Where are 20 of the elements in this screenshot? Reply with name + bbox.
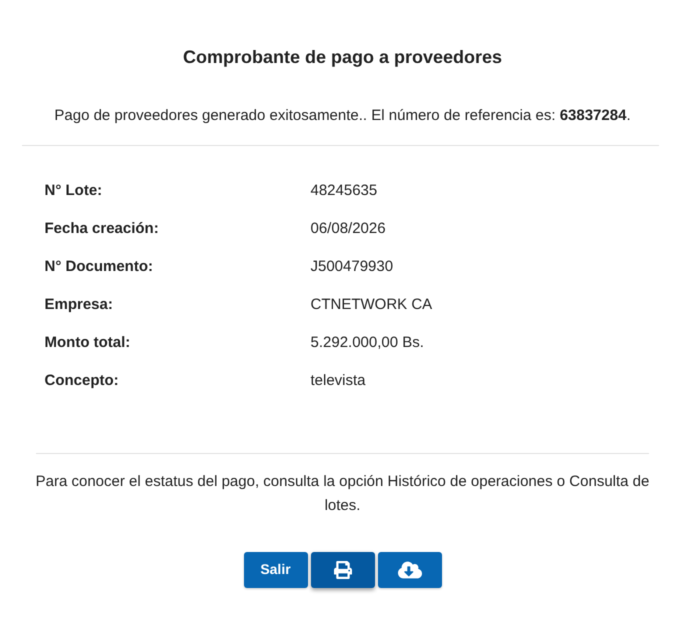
detail-value: CTNETWORK CA <box>310 295 432 316</box>
detail-value: televista <box>310 371 366 392</box>
download-button[interactable] <box>378 552 442 588</box>
detail-label: Concepto: <box>44 371 120 392</box>
detail-label: Fecha creación: <box>44 219 160 240</box>
receipt-title: Comprobante de pago a proveedores <box>182 46 502 69</box>
exit-button[interactable]: Salir <box>244 552 308 588</box>
detail-value: 06/08/2026 <box>310 219 386 240</box>
detail-label: Monto total: <box>44 333 132 354</box>
status-note: Para conocer el estatus del pago, consulta la opción Histórico de operaciones o Consulta de lotes. <box>34 472 650 516</box>
print-button[interactable] <box>310 552 374 588</box>
detail-label: Empresa: <box>44 295 114 316</box>
printer-icon <box>332 560 352 578</box>
detail-value: J500479930 <box>310 257 394 278</box>
detail-label: N° Lote: <box>44 181 104 202</box>
detail-value: 5.292.000,00 Bs. <box>310 333 424 354</box>
cloud-download-icon <box>398 560 422 580</box>
detail-label: N° Documento: <box>44 257 154 278</box>
success-message: Pago de proveedores generado exitosamente.. El número de referencia es: 63837284. <box>54 106 631 126</box>
detail-value: 48245635 <box>310 181 378 202</box>
